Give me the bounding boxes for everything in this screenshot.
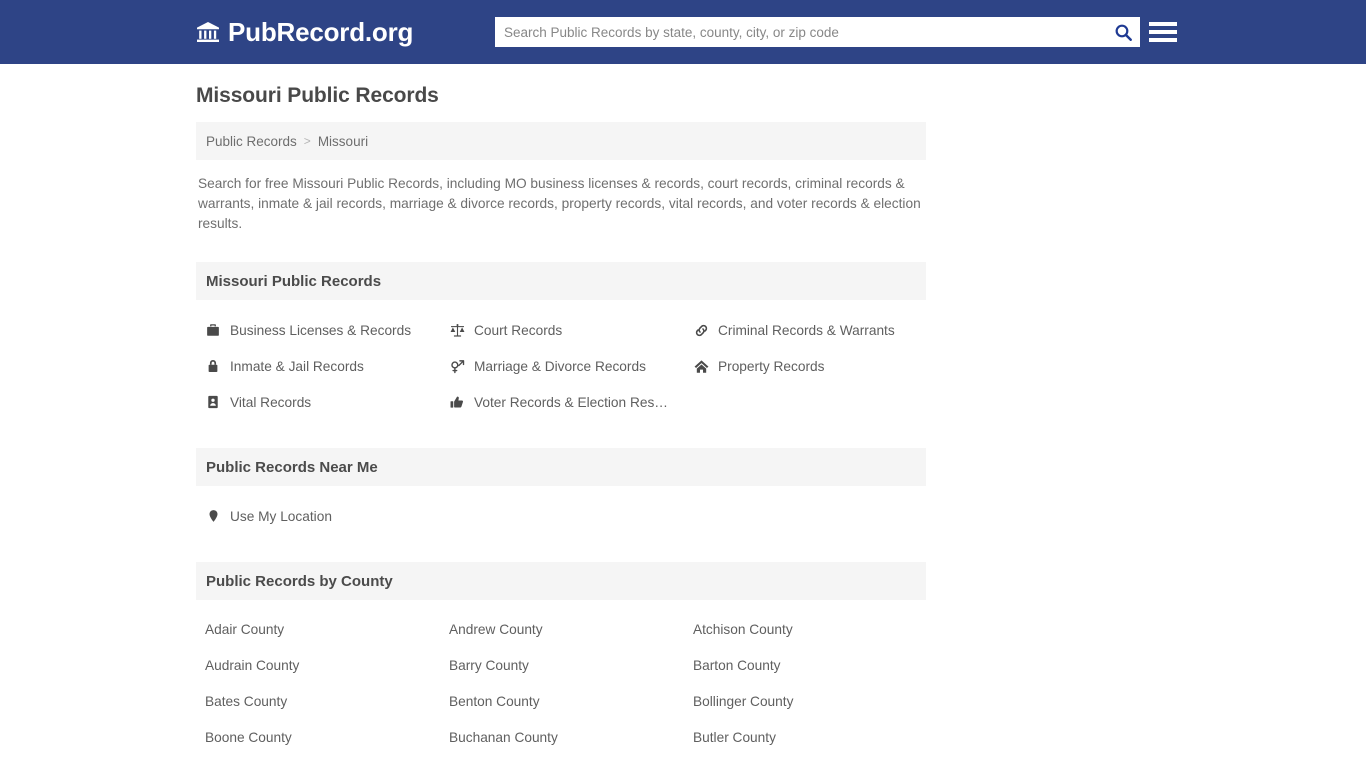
county-section: Public Records by County Adair County An…	[196, 562, 926, 768]
county-link-grid: Adair County Andrew County Atchison Coun…	[196, 600, 926, 768]
breadcrumb-item-missouri: Missouri	[317, 133, 369, 149]
menu-bar-3	[1149, 38, 1177, 42]
page-body: Missouri Public Records Public Records >…	[0, 64, 1366, 768]
county-link[interactable]: Caldwell County	[196, 756, 440, 768]
briefcase-icon	[205, 322, 221, 338]
record-link-label: Vital Records	[230, 394, 312, 410]
record-link-business-licenses[interactable]: Business Licenses & Records	[196, 312, 440, 348]
breadcrumb-separator-icon: >	[303, 134, 311, 148]
county-link[interactable]: Bates County	[196, 684, 440, 720]
site-logo-text: PubRecord.org	[228, 17, 414, 47]
records-section-header: Missouri Public Records	[196, 262, 926, 300]
county-section-header: Public Records by County	[196, 562, 926, 600]
county-link[interactable]: Barton County	[684, 648, 926, 684]
search-icon	[1114, 23, 1133, 42]
county-link[interactable]: Atchison County	[684, 612, 926, 648]
record-link-court-records[interactable]: Court Records	[440, 312, 684, 348]
breadcrumb: Public Records > Missouri	[196, 122, 926, 160]
site-logo[interactable]: PubRecord.org	[196, 0, 413, 64]
county-link[interactable]: Benton County	[440, 684, 684, 720]
record-link-marriage-divorce-records[interactable]: Marriage & Divorce Records	[440, 348, 684, 384]
county-link[interactable]: Audrain County	[196, 648, 440, 684]
site-header: PubRecord.org	[0, 0, 1366, 64]
use-my-location-label: Use My Location	[230, 508, 332, 524]
county-link[interactable]: Adair County	[196, 612, 440, 648]
hamburger-menu-icon[interactable]	[1149, 18, 1177, 46]
search-button[interactable]	[1106, 17, 1140, 47]
record-link-label: Business Licenses & Records	[230, 322, 412, 338]
balance-scale-icon	[449, 322, 465, 338]
id-card-icon	[205, 394, 221, 410]
record-link-label: Court Records	[474, 322, 563, 338]
record-link-label: Inmate & Jail Records	[230, 358, 364, 374]
county-link[interactable]: Boone County	[196, 720, 440, 756]
near-me-section-header: Public Records Near Me	[196, 448, 926, 486]
near-me-link-list: Use My Location	[196, 486, 926, 534]
record-link-criminal-records[interactable]: Criminal Records & Warrants	[684, 312, 926, 348]
search-input[interactable]	[495, 18, 1106, 46]
county-link[interactable]: Buchanan County	[440, 720, 684, 756]
county-link[interactable]: Barry County	[440, 648, 684, 684]
home-icon	[693, 358, 709, 374]
record-link-label: Voter Records & Election Res…	[474, 394, 668, 410]
county-link[interactable]: Bollinger County	[684, 684, 926, 720]
county-link[interactable]: Butler County	[684, 720, 926, 756]
record-link-label: Marriage & Divorce Records	[474, 358, 646, 374]
county-link[interactable]: Callaway County	[440, 756, 684, 768]
content-container: Missouri Public Records Public Records >…	[196, 84, 926, 768]
intro-description: Search for free Missouri Public Records,…	[198, 176, 921, 231]
record-link-vital-records[interactable]: Vital Records	[196, 384, 440, 420]
map-pin-icon	[205, 508, 221, 524]
venus-mars-icon	[449, 358, 465, 374]
near-me-section: Public Records Near Me Use My Location	[196, 448, 926, 534]
menu-bar-2	[1149, 30, 1177, 34]
page-title: Missouri Public Records	[196, 84, 439, 107]
lock-icon	[205, 358, 221, 374]
county-link[interactable]: Andrew County	[440, 612, 684, 648]
records-link-grid: Business Licenses & Records Court Record…	[196, 300, 926, 420]
records-section: Missouri Public Records Business License…	[196, 262, 926, 420]
county-link[interactable]: Camden County	[684, 756, 926, 768]
breadcrumb-item-public-records[interactable]: Public Records	[206, 134, 297, 149]
thumbs-up-icon	[449, 394, 465, 410]
search-bar	[495, 17, 1140, 47]
menu-bar-1	[1149, 22, 1177, 26]
link-chain-icon	[693, 322, 709, 338]
record-link-voter-records[interactable]: Voter Records & Election Res…	[440, 384, 684, 420]
record-link-label: Criminal Records & Warrants	[718, 322, 895, 338]
record-link-label: Property Records	[718, 358, 825, 374]
bank-building-icon	[196, 20, 220, 44]
record-link-property-records[interactable]: Property Records	[684, 348, 926, 384]
record-link-inmate-jail-records[interactable]: Inmate & Jail Records	[196, 348, 440, 384]
use-my-location-link[interactable]: Use My Location	[196, 498, 926, 534]
